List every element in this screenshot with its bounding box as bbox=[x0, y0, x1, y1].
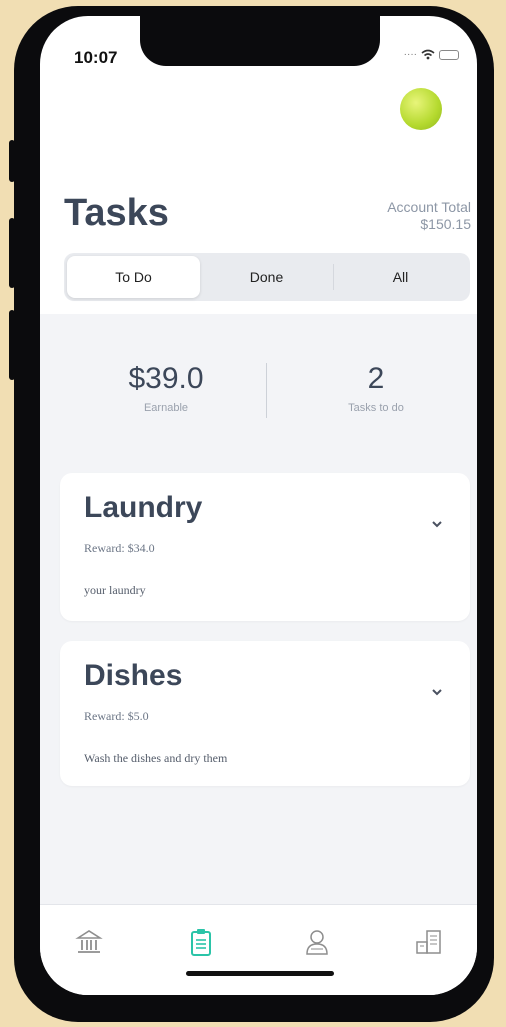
bank-icon[interactable] bbox=[74, 927, 104, 957]
home-indicator[interactable] bbox=[186, 971, 334, 976]
earnable-stat: $39.0 Earnable bbox=[66, 362, 266, 414]
task-card-dishes[interactable]: Dishes Reward: $5.0 Wash the dishes and … bbox=[60, 641, 470, 786]
task-reward: Reward: $34.0 bbox=[84, 541, 155, 555]
task-reward: Reward: $5.0 bbox=[84, 709, 149, 723]
chevron-down-icon[interactable] bbox=[430, 517, 444, 531]
task-description: Wash the dishes and dry them bbox=[84, 751, 228, 765]
account-total: Account Total $150.15 bbox=[387, 199, 471, 233]
earnable-value: $39.0 bbox=[128, 362, 204, 395]
account-total-label: Account Total bbox=[387, 199, 471, 215]
page-title: Tasks bbox=[64, 192, 169, 234]
account-total-value: $150.15 bbox=[420, 216, 471, 232]
task-description: your laundry bbox=[84, 583, 146, 597]
segment-done[interactable]: Done bbox=[200, 256, 333, 298]
tasks-count-label: Tasks to do bbox=[348, 402, 404, 414]
tasks-stat: 2 Tasks to do bbox=[276, 362, 476, 414]
status-time: 10:07 bbox=[74, 48, 118, 67]
notch bbox=[140, 16, 380, 66]
battery-icon bbox=[439, 49, 459, 60]
person-icon[interactable] bbox=[302, 927, 332, 957]
status-segmented-control: To Do Done All bbox=[64, 253, 470, 301]
segment-all[interactable]: All bbox=[334, 256, 467, 298]
store-icon[interactable] bbox=[414, 927, 444, 957]
task-title: Laundry bbox=[84, 491, 203, 524]
earnable-label: Earnable bbox=[143, 402, 189, 414]
status-icons: ···· bbox=[404, 49, 459, 60]
wifi-icon bbox=[421, 49, 435, 60]
stat-divider bbox=[266, 363, 267, 418]
chevron-down-icon[interactable] bbox=[430, 685, 444, 699]
task-card-laundry[interactable]: Laundry Reward: $34.0 your laundry bbox=[60, 473, 470, 621]
clipboard-icon[interactable] bbox=[186, 927, 216, 957]
signal-icon: ···· bbox=[403, 49, 417, 60]
tasks-count-value: 2 bbox=[367, 362, 385, 395]
segment-todo[interactable]: To Do bbox=[67, 256, 200, 298]
avatar[interactable] bbox=[400, 88, 442, 130]
phone-screen: 10:07 ···· Tasks Account Total $150.15 T… bbox=[40, 16, 477, 995]
tab-bar bbox=[40, 904, 477, 995]
task-title: Dishes bbox=[84, 659, 183, 692]
